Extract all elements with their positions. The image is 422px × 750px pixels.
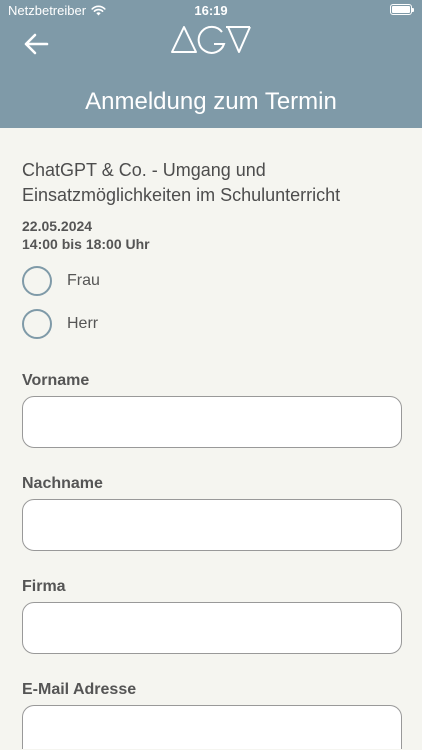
field-label: E-Mail Adresse — [22, 681, 137, 698]
radio-frau[interactable]: Frau — [22, 263, 402, 299]
salutation-group: Frau Herr — [22, 263, 402, 342]
radio-label: Herr — [67, 315, 99, 332]
radio-button[interactable] — [22, 309, 52, 339]
field-email: E-Mail Adresse — [22, 681, 402, 749]
field-label: Firma — [22, 578, 66, 595]
event-time: 14:00 bis 18:00 Uhr — [22, 236, 150, 252]
field-firma: Firma — [22, 578, 402, 654]
email-input[interactable] — [22, 705, 402, 749]
arrow-left-icon — [24, 33, 49, 55]
field-vorname: Vorname — [22, 372, 402, 448]
page-title: Anmeldung zum Termin — [85, 88, 337, 115]
radio-label: Frau — [67, 272, 100, 289]
app-header: Netzbetreiber 16:19 Anmeldung zum Termin — [0, 0, 422, 128]
battery-icon — [390, 4, 414, 15]
status-time: 16:19 — [194, 3, 228, 18]
agv-logo — [171, 25, 251, 54]
event-date: 22.05.2024 — [22, 218, 93, 234]
field-nachname: Nachname — [22, 475, 402, 551]
firma-input[interactable] — [22, 602, 402, 654]
field-label: Vorname — [22, 372, 90, 389]
back-button[interactable] — [22, 30, 52, 58]
event-info: ChatGPT & Co. - Umgang und Einsatzmöglic… — [22, 158, 402, 342]
vorname-input[interactable] — [22, 396, 402, 448]
field-label: Nachname — [22, 475, 103, 492]
nachname-input[interactable] — [22, 499, 402, 551]
event-title: ChatGPT & Co. - Umgang und Einsatzmöglic… — [22, 160, 341, 205]
radio-herr[interactable]: Herr — [22, 306, 402, 342]
status-bar: Netzbetreiber 16:19 — [0, 0, 422, 22]
radio-button[interactable] — [22, 266, 52, 296]
